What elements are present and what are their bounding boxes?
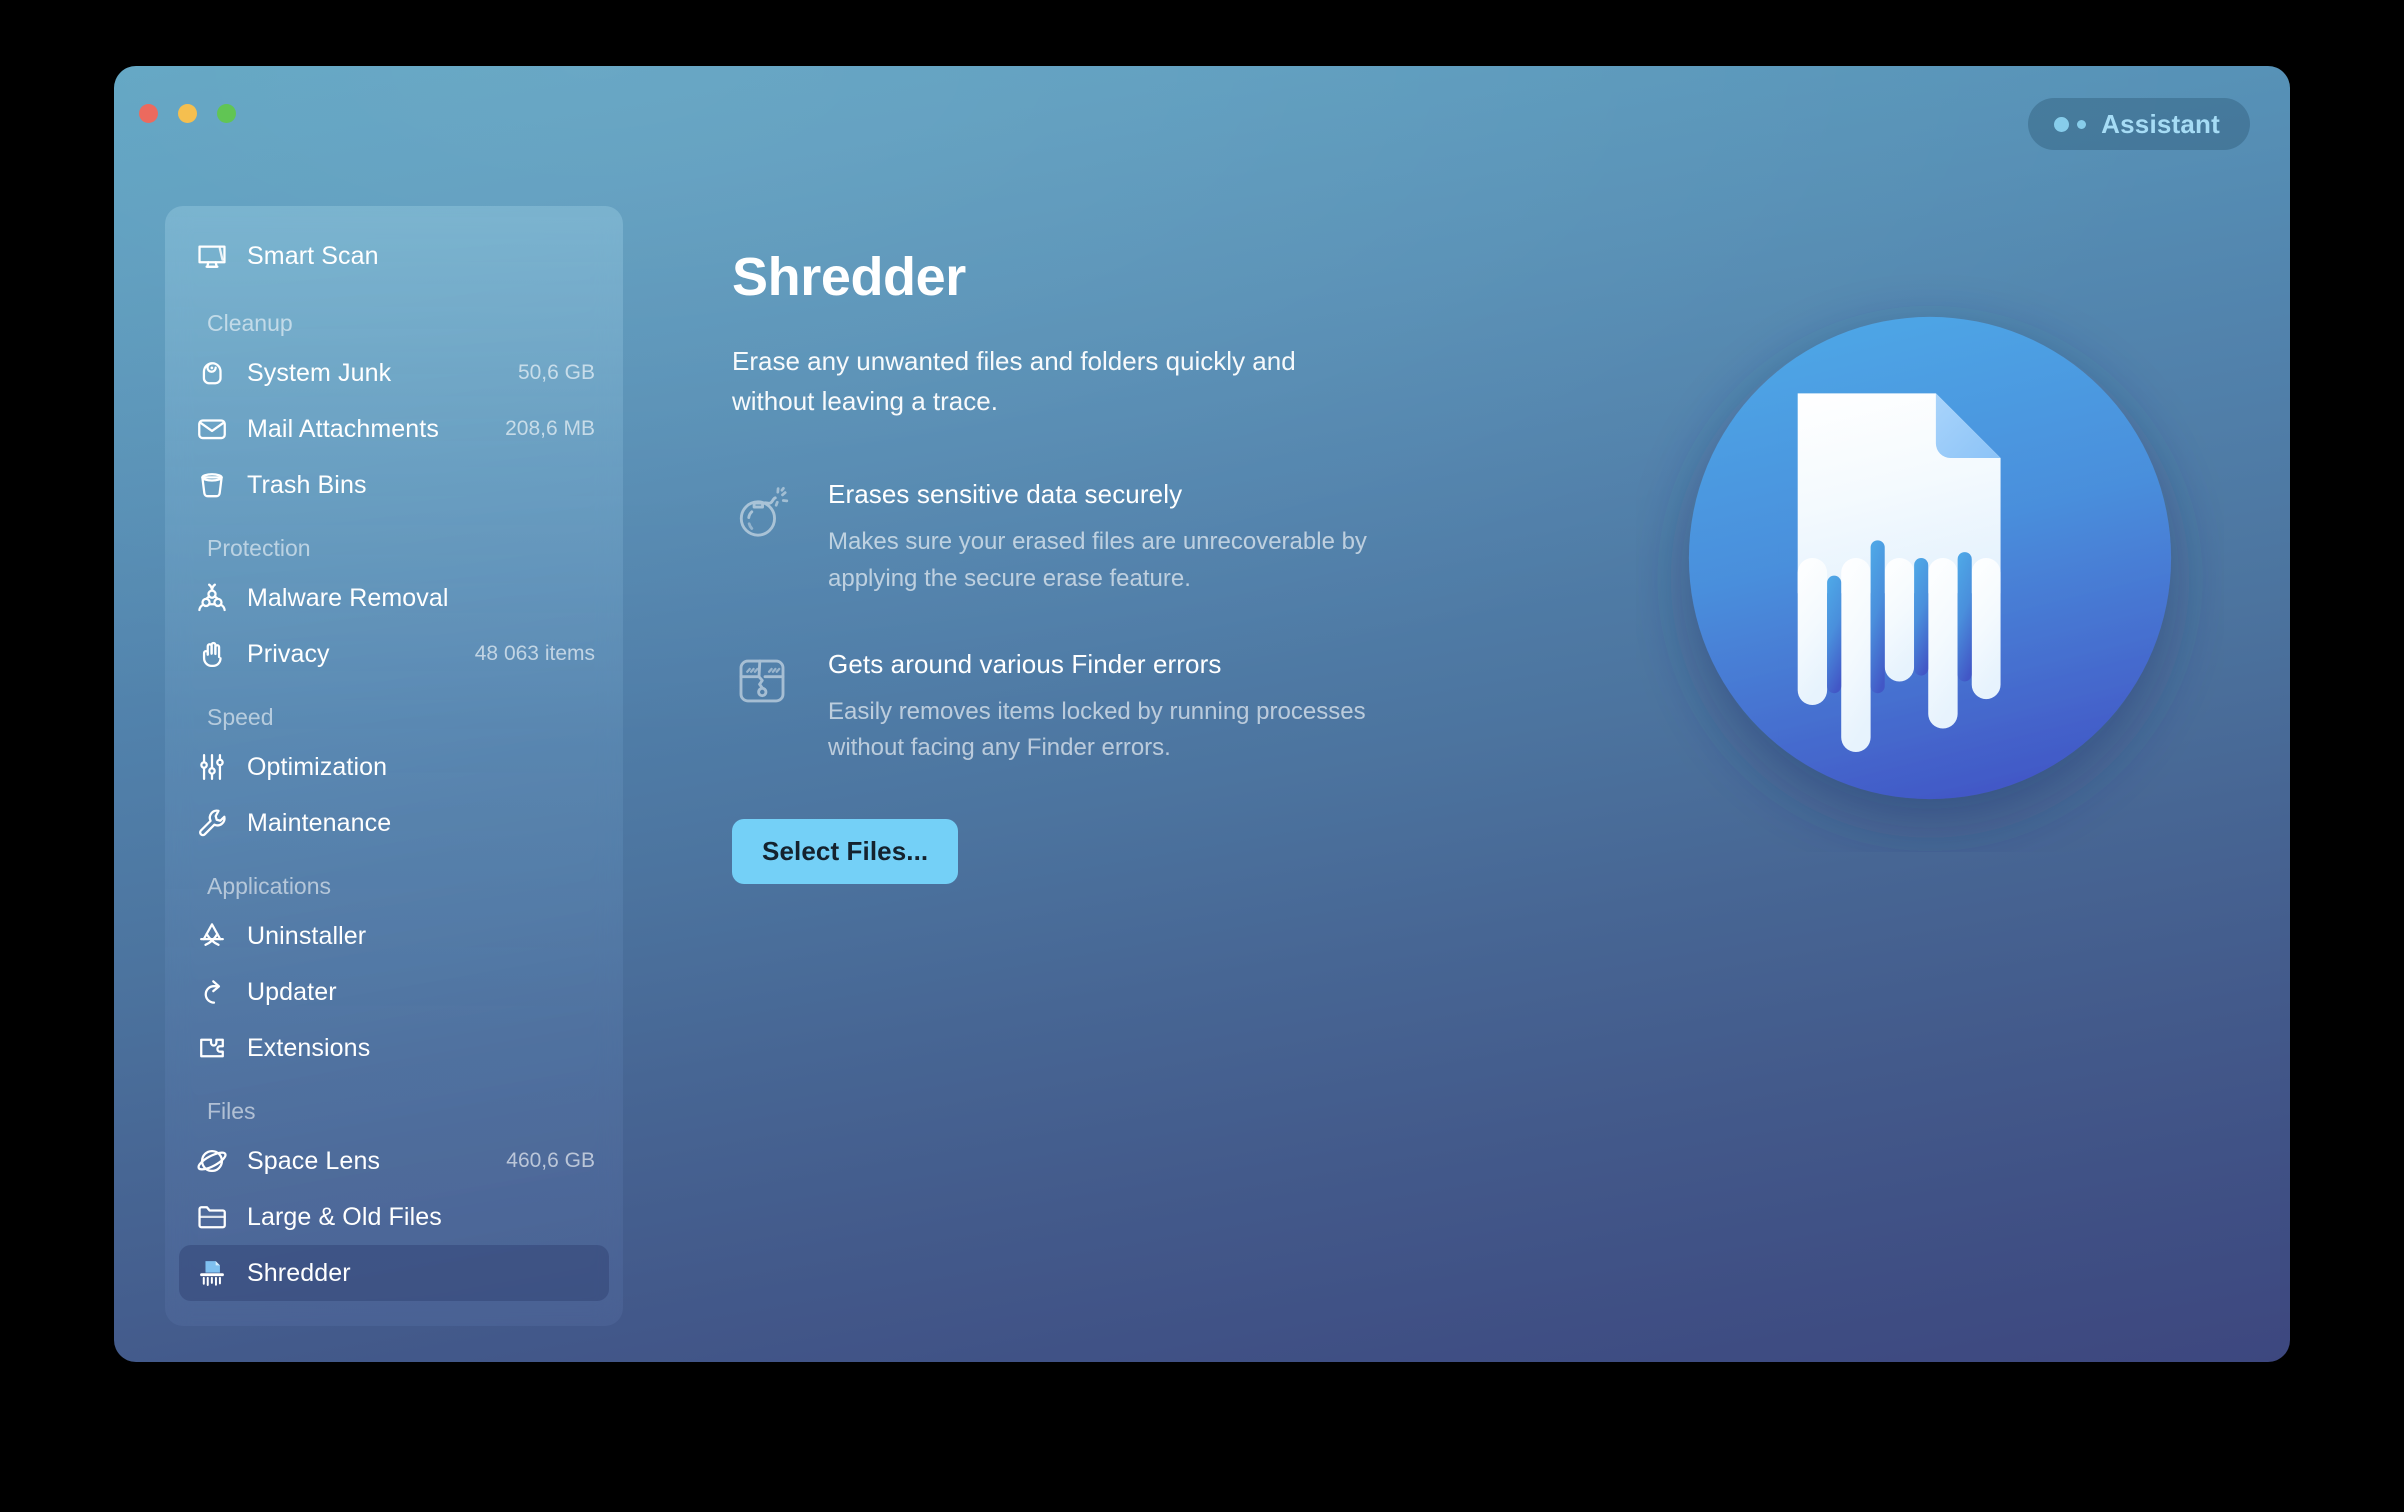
minimize-button-icon[interactable] [178, 104, 197, 123]
sliders-icon [193, 748, 231, 786]
folder-icon [193, 1198, 231, 1236]
sidebar-item-space-lens[interactable]: Space Lens 460,6 GB [179, 1133, 609, 1189]
hand-icon [193, 635, 231, 673]
sidebar-item-shredder[interactable]: Shredder [179, 1245, 609, 1301]
wrench-icon [193, 804, 231, 842]
sidebar-item-label: Space Lens [247, 1146, 381, 1175]
feature-title: Gets around various Finder errors [828, 648, 1222, 679]
sidebar-item-trash-bins[interactable]: Trash Bins [179, 457, 609, 513]
assistant-label: Assistant [2101, 108, 2220, 139]
arrow-up-icon [193, 973, 231, 1011]
sidebar-item-updater[interactable]: Updater [179, 964, 609, 1020]
sidebar-section-speed: Speed [207, 704, 274, 730]
shredder-icon [193, 1254, 231, 1292]
sidebar-section-applications: Applications [207, 873, 332, 899]
sidebar: Smart Scan Cleanup System Junk 50,6 GB Mail … [165, 206, 623, 1326]
feature-description: Easily removes items locked by running p… [828, 697, 1366, 762]
feature-item: Gets around various Finder errors Easily … [732, 649, 1412, 767]
bomb-icon [732, 481, 792, 541]
sidebar-item-smart-scan[interactable]: Smart Scan [179, 228, 609, 284]
sidebar-item-optimization[interactable]: Optimization [179, 739, 609, 795]
sidebar-item-label: Uninstaller [247, 921, 367, 950]
assistant-dots-icon [2054, 116, 2087, 132]
page-subtitle: Erase any unwanted files and folders qui… [732, 346, 1296, 416]
titlebar: Assistant [114, 66, 2290, 166]
sidebar-item-maintenance[interactable]: Maintenance [179, 795, 609, 851]
sidebar-item-mail-attachments[interactable]: Mail Attachments 208,6 MB [179, 401, 609, 457]
sidebar-item-uninstaller[interactable]: Uninstaller [179, 908, 609, 964]
sidebar-item-label: Extensions [247, 1033, 371, 1062]
sidebar-section-files: Files [207, 1098, 256, 1124]
broken-box-icon [732, 651, 792, 711]
feature-title: Erases sensitive data securely [828, 479, 1183, 510]
main-content: Shredder Erase any unwanted files and fo… [732, 246, 2230, 1302]
sidebar-item-label: Large & Old Files [247, 1202, 442, 1231]
appstore-icon [193, 917, 231, 955]
traffic-lights [139, 104, 236, 123]
sidebar-item-value: 50,6 GB [517, 361, 595, 384]
sidebar-item-value: 48 063 items [474, 642, 595, 665]
sidebar-item-label: Privacy [247, 639, 330, 668]
feature-description: Makes sure your erased files are unrecov… [828, 528, 1367, 592]
sidebar-item-label: Maintenance [247, 808, 392, 837]
puzzle-icon [193, 1029, 231, 1067]
sidebar-item-label: Trash Bins [247, 470, 367, 499]
sidebar-item-value: 460,6 GB [506, 1149, 595, 1172]
sidebar-item-system-junk[interactable]: System Junk 50,6 GB [179, 345, 609, 401]
app-window: Assistant Smart Scan Cleanup System Junk 50… [114, 66, 2290, 1362]
sidebar-item-large-old-files[interactable]: Large & Old Files [179, 1189, 609, 1245]
monitor-icon [193, 237, 231, 275]
desktop-background: Assistant Smart Scan Cleanup System Junk 50… [0, 0, 2404, 1512]
sidebar-item-value: 208,6 MB [505, 417, 595, 440]
sidebar-item-extensions[interactable]: Extensions [179, 1020, 609, 1076]
sidebar-item-label: Optimization [247, 752, 388, 781]
planet-icon [193, 1142, 231, 1180]
page-title: Shredder [732, 247, 966, 307]
biohazard-icon [193, 579, 231, 617]
sidebar-item-label: Updater [247, 977, 337, 1006]
close-button-icon[interactable] [139, 104, 158, 123]
sidebar-section-cleanup: Cleanup [207, 310, 293, 336]
envelope-icon [193, 410, 231, 448]
sidebar-section-protection: Protection [207, 535, 311, 561]
sidebar-item-malware-removal[interactable]: Malware Removal [179, 570, 609, 626]
zoom-button-icon[interactable] [217, 104, 236, 123]
sidebar-item-privacy[interactable]: Privacy 48 063 items [179, 626, 609, 682]
sidebar-item-label: Shredder [247, 1258, 351, 1287]
sidebar-item-label: System Junk [247, 358, 392, 387]
select-files-button[interactable]: Select Files... [732, 818, 959, 884]
sidebar-item-label: Mail Attachments [247, 414, 439, 443]
feature-item: Erases sensitive data securely Makes sure… [732, 479, 1412, 597]
sidebar-item-label: Smart Scan [247, 241, 379, 270]
broom-icon [193, 354, 231, 392]
sidebar-item-label: Malware Removal [247, 583, 449, 612]
trash-icon [193, 466, 231, 504]
assistant-button[interactable]: Assistant [2028, 98, 2250, 150]
feature-list: Erases sensitive data securely Makes sure… [732, 479, 2230, 767]
